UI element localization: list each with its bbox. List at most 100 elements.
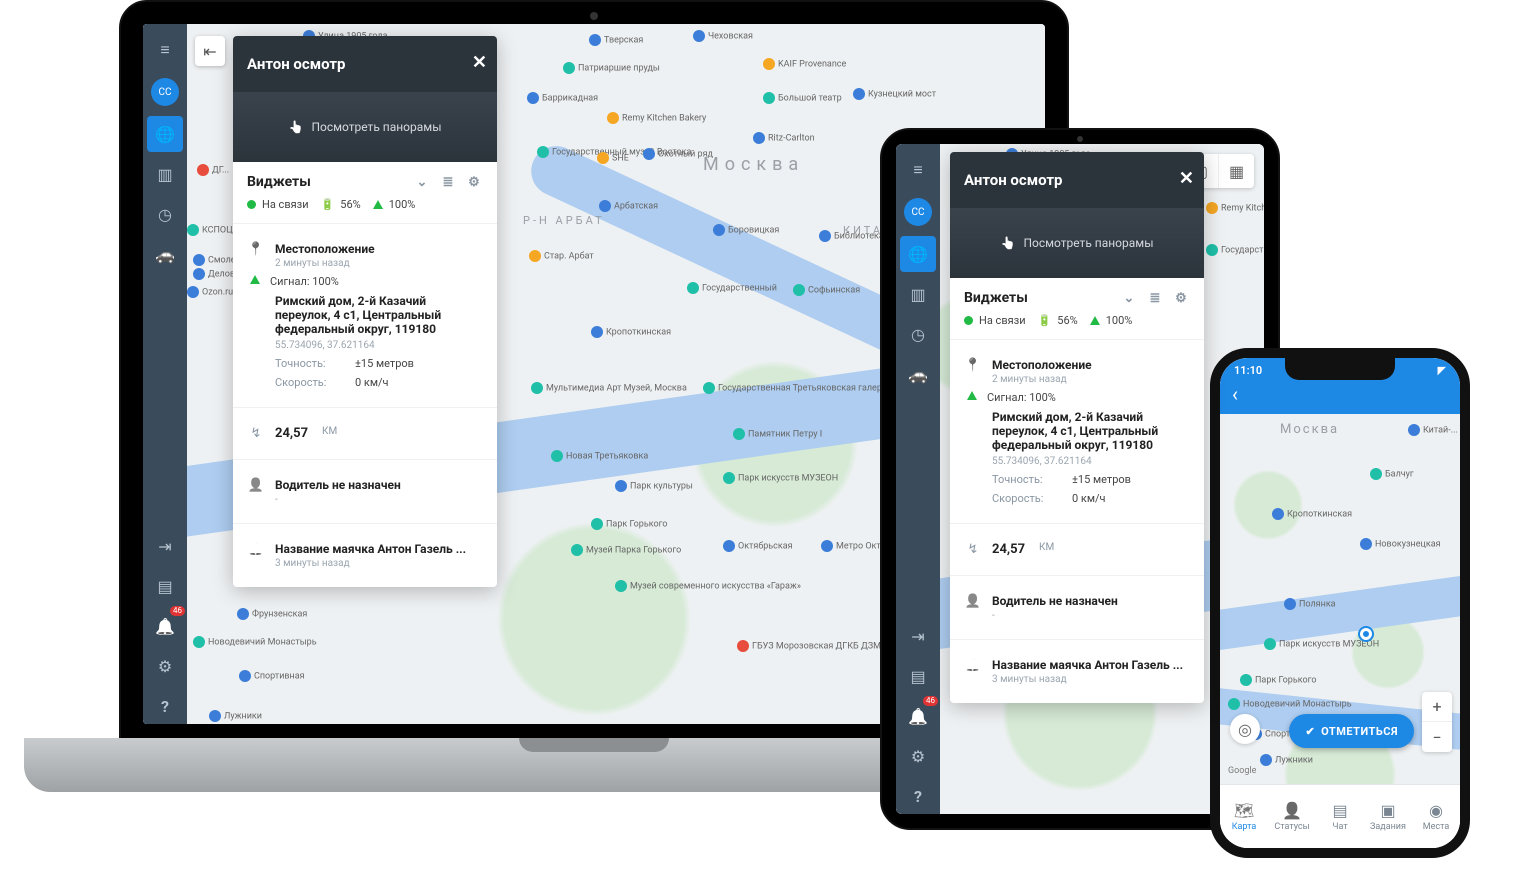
places-icon (1429, 801, 1443, 820)
chevron-down-icon[interactable] (1120, 291, 1138, 306)
poi: ГБУЗ Морозовская ДГКБ ДЗМ (737, 640, 881, 652)
tab-chat[interactable]: Чат (1316, 785, 1364, 848)
poi: KAIF Provenance (763, 58, 846, 70)
tablet-screen: Улица 1905 года Remy Kitchen Bakery Госу… (896, 144, 1264, 814)
sidebar-item-map[interactable] (900, 236, 936, 272)
poi: Тверская (589, 34, 643, 46)
location-label: Местоположение (275, 242, 375, 256)
location-updated: 2 минуты назад (275, 258, 375, 269)
gear-icon[interactable] (1172, 291, 1190, 306)
city-label: Москва (703, 154, 804, 175)
poi: Большой театр (763, 92, 842, 104)
sidebar-item-help[interactable] (900, 778, 936, 814)
tab-map[interactable]: Карта (1220, 785, 1268, 848)
status-nav-icon: ◤ (1438, 364, 1446, 377)
laptop-notch (519, 738, 669, 752)
signal-icon (373, 200, 383, 209)
poi: Парк Горького (1240, 674, 1316, 686)
chat-icon (1332, 801, 1347, 820)
tab-tasks[interactable]: Задания (1364, 785, 1412, 848)
user-avatar[interactable]: CC (151, 78, 179, 106)
camera-dot (1077, 136, 1083, 142)
phone-tabbar: Карта Статусы Чат Задания Места (1220, 784, 1460, 848)
online-dot-icon (247, 200, 256, 209)
menu-toggle-icon[interactable] (147, 32, 183, 68)
poi: Remy Kitchen Bakery (607, 112, 706, 124)
poi: Полянка (1284, 598, 1336, 610)
route-icon (247, 426, 265, 441)
tasks-icon (1380, 801, 1395, 820)
phone-notch (1285, 358, 1395, 380)
status-time: 11:10 (1234, 364, 1262, 377)
poi: Кропоткинская (1272, 508, 1352, 520)
sidebar-item-logout[interactable] (900, 618, 936, 654)
sidebar-item-help[interactable] (147, 688, 183, 724)
close-icon[interactable]: ✕ (1179, 168, 1194, 189)
sidebar-item-settings[interactable] (147, 648, 183, 684)
sidebar-item-reports[interactable] (147, 156, 183, 192)
sidebar-item-reports[interactable] (900, 276, 936, 312)
poi: Лужники (209, 710, 262, 722)
zoom-out-button[interactable]: − (1422, 722, 1452, 752)
sidebar-item-history[interactable] (900, 316, 936, 352)
chevron-down-icon[interactable] (413, 175, 431, 190)
tracker-panel: Антон осмотр ✕ Посмотреть панорамы Видже… (233, 36, 497, 587)
panorama-button[interactable]: Посмотреть панорамы (233, 92, 497, 162)
check-icon (1305, 725, 1315, 738)
sidebar-item-messages[interactable] (900, 658, 936, 694)
user-avatar[interactable]: CC (904, 198, 932, 226)
poi: Новая Третьяковка (551, 450, 648, 462)
signal-icon (250, 275, 260, 284)
poi: Государственный (687, 282, 777, 294)
poi: Музей Парка Горького (571, 544, 681, 556)
sidebar-item-fleet[interactable] (900, 356, 936, 392)
back-icon[interactable]: ‹ (1232, 382, 1238, 406)
poi: Государственный (1206, 244, 1264, 256)
poi: Лужники (1260, 754, 1313, 766)
locate-button[interactable]: ◎ (1230, 714, 1260, 744)
coords-text: 55.734096, 37.621164 (275, 340, 483, 351)
poi: Новодевичий Монастырь (193, 636, 317, 648)
map-layers-icon[interactable] (1218, 154, 1254, 188)
poi: Баррикадная (527, 92, 598, 104)
sidebar-item-logout[interactable] (147, 528, 183, 564)
checkin-button[interactable]: ОТМЕТИТЬСЯ (1289, 714, 1414, 748)
panorama-button[interactable]: Посмотреть панорамы (950, 208, 1204, 278)
district-arbat: Р-Н АРБАТ (523, 214, 605, 227)
poi: Парк культуры (615, 480, 693, 492)
close-icon[interactable]: ✕ (472, 52, 487, 73)
sidebar-item-fleet[interactable] (147, 236, 183, 272)
tracker-panel: Антон осмотр ✕ Посмотреть панорамы Видже… (950, 152, 1204, 703)
poi: Метро Окт... (821, 540, 888, 552)
poi: Фрунзенская (237, 608, 307, 620)
list-icon[interactable] (1146, 291, 1164, 306)
sidebar-item-map[interactable] (147, 116, 183, 152)
google-attribution: Google (1228, 766, 1256, 776)
phone-device: Москва Китай-... Балчуг Кропоткинская Но… (1210, 348, 1470, 858)
zoom-in-button[interactable]: + (1422, 692, 1452, 722)
sidebar-item-messages[interactable] (147, 568, 183, 604)
poi: SHE (597, 152, 629, 164)
phone-screen: Москва Китай-... Балчуг Кропоткинская Но… (1220, 358, 1460, 848)
sidebar-item-alerts[interactable] (147, 608, 183, 644)
zoom-control: + − (1422, 692, 1452, 752)
tracker-title: Антон осмотр (964, 171, 1062, 189)
app-sidebar: CC (143, 24, 187, 724)
gear-icon[interactable] (465, 175, 483, 190)
tab-status[interactable]: Статусы (1268, 785, 1316, 848)
sidebar-collapse-button[interactable] (195, 36, 225, 66)
sidebar-item-history[interactable] (147, 196, 183, 232)
menu-toggle-icon[interactable] (900, 152, 936, 188)
poi: Кропоткинская (591, 326, 671, 338)
signal-text: Сигнал: 100% (270, 275, 339, 288)
sidebar-item-alerts[interactable] (900, 698, 936, 734)
pin-icon (964, 358, 982, 385)
poi: Новокузнецкая (1360, 538, 1441, 550)
list-icon[interactable] (439, 175, 457, 190)
tracker-title: Антон осмотр (247, 55, 345, 73)
sidebar-item-settings[interactable] (900, 738, 936, 774)
tab-places[interactable]: Места (1412, 785, 1460, 848)
poi: Remy Kitchen Bakery (1206, 202, 1264, 214)
app-sidebar: CC (896, 144, 940, 814)
map-icon (1234, 801, 1254, 820)
